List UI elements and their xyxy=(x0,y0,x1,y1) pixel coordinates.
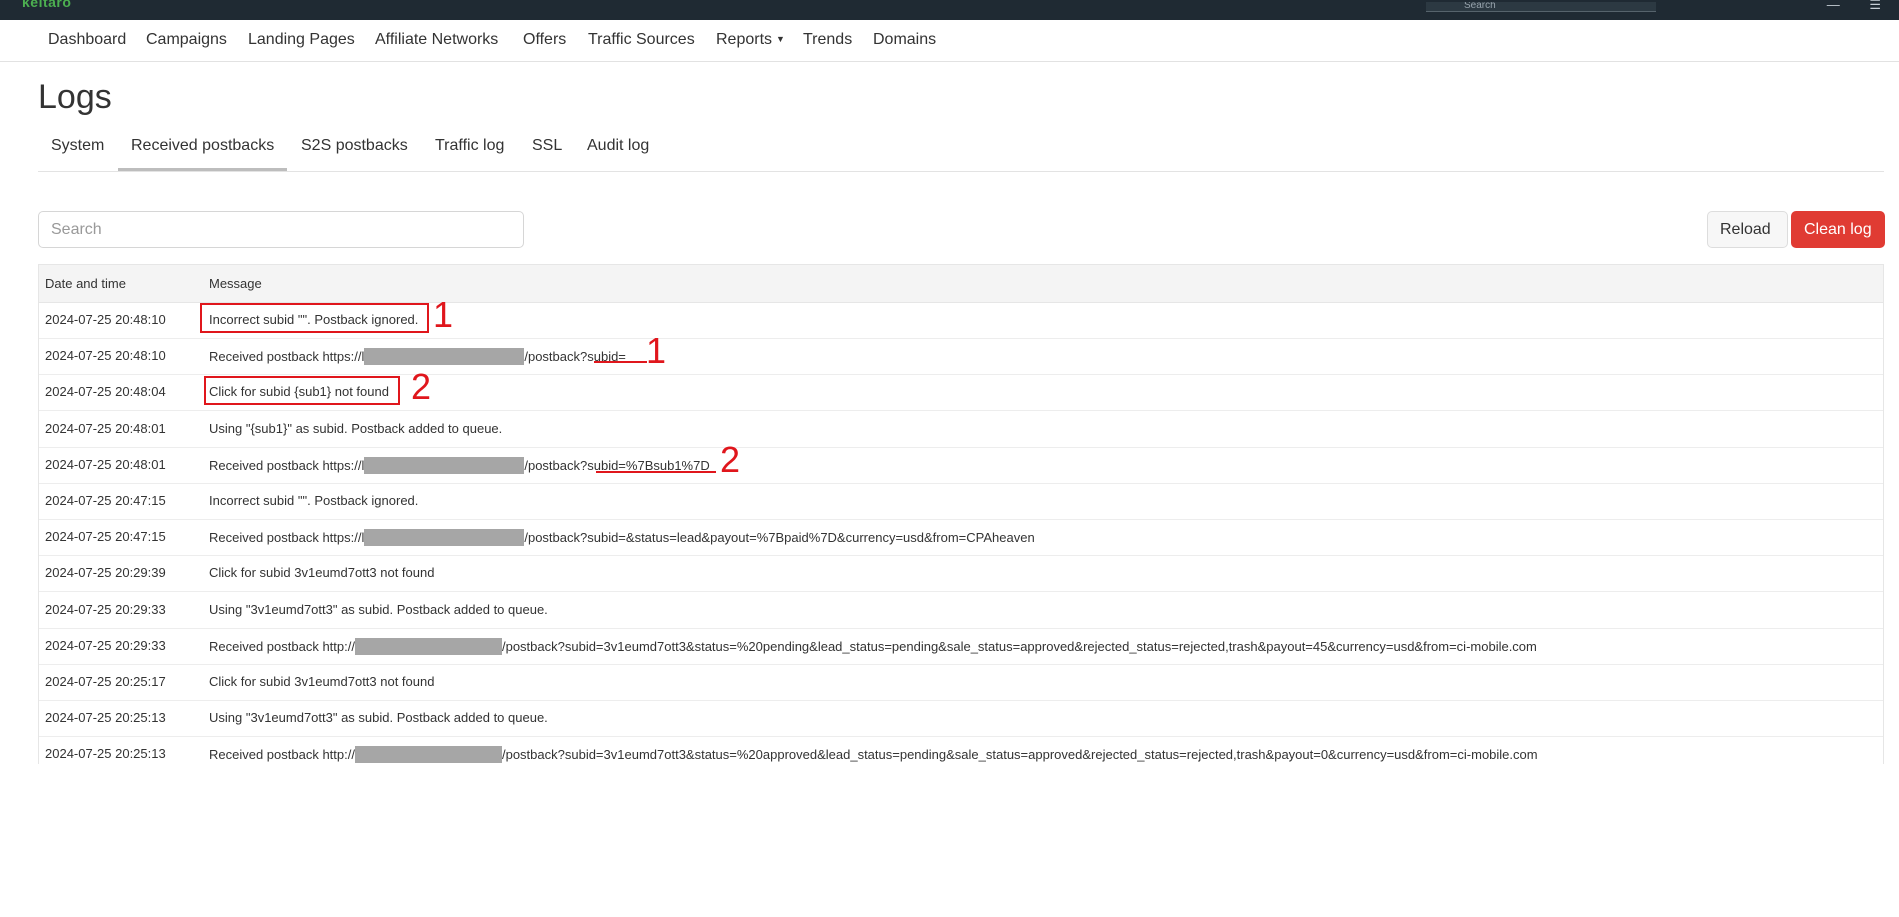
annotation-number-2b: 2 xyxy=(720,439,741,480)
row-datetime: 2024-07-25 20:29:39 xyxy=(45,565,166,581)
nav-affiliate-networks[interactable]: Affiliate Networks xyxy=(375,31,498,49)
column-header-message: Message xyxy=(209,276,262,291)
row-datetime: 2024-07-25 20:48:10 xyxy=(45,312,166,327)
table-row: 2024-07-25 20:29:33 Using "3v1eumd7ott3" … xyxy=(39,592,1883,629)
top-search-input[interactable]: Search xyxy=(1426,2,1656,12)
user-icon[interactable]: — xyxy=(1827,0,1840,12)
row-datetime: 2024-07-25 20:25:17 xyxy=(45,674,166,689)
row-message: Click for subid 3v1eumd7ott3 not found xyxy=(209,674,435,689)
table-row: 2024-07-25 20:48:01 Using "{sub1}" as sub… xyxy=(39,411,1883,448)
table-row: 2024-07-25 20:48:01 Received postback htt… xyxy=(39,447,1883,484)
row-message: Using "3v1eumd7ott3" as subid. Postback … xyxy=(209,710,548,726)
tab-system[interactable]: System xyxy=(51,137,104,155)
annotation-number-1b: 1 xyxy=(646,330,667,371)
row-datetime: 2024-07-25 20:47:15 xyxy=(45,529,166,545)
row-datetime: 2024-07-25 20:25:13 xyxy=(45,746,166,762)
table-row: 2024-07-25 20:47:15 Received postback htt… xyxy=(39,519,1883,557)
row-message: Incorrect subid "". Postback ignored. xyxy=(209,493,419,508)
row-datetime: 2024-07-25 20:48:01 xyxy=(45,420,166,436)
row-message: Click for subid 3v1eumd7ott3 not found xyxy=(209,565,435,581)
nav-dashboard[interactable]: Dashboard xyxy=(48,31,126,49)
table-row: 2024-07-25 20:48:10 Received postback htt… xyxy=(39,338,1883,376)
row-datetime: 2024-07-25 20:47:15 xyxy=(45,493,166,508)
nav-campaigns[interactable]: Campaigns xyxy=(146,31,227,49)
column-header-date: Date and time xyxy=(45,276,126,291)
annotation-box-1 xyxy=(200,303,429,333)
annotation-underline-1 xyxy=(594,361,647,363)
main-nav: Dashboard Campaigns Landing Pages Affili… xyxy=(0,20,1899,62)
log-tabs: System Received postbacks S2S postbacks … xyxy=(38,127,1884,172)
row-message: Using "{sub1}" as subid. Postback added … xyxy=(209,420,503,436)
row-message: Received postback https://l/postback?sub… xyxy=(209,529,1035,547)
table-row: 2024-07-25 20:25:17 Click for subid 3v1eu… xyxy=(39,664,1883,701)
annotation-number-2: 2 xyxy=(411,366,432,407)
tab-ssl[interactable]: SSL xyxy=(532,137,562,155)
app-logo[interactable]: keitaro xyxy=(22,0,71,10)
table-row: 2024-07-25 20:29:33 Received postback htt… xyxy=(39,628,1883,665)
redacted-domain xyxy=(364,456,525,474)
log-table: Date and time Message 2024-07-25 20:48:1… xyxy=(38,264,1884,764)
redacted-domain xyxy=(354,637,502,655)
top-bar: keitaro Search — ☰ xyxy=(0,0,1899,20)
nav-landing-pages[interactable]: Landing Pages xyxy=(248,31,355,49)
menu-icon[interactable]: ☰ xyxy=(1869,0,1881,12)
nav-reports[interactable]: Reports ▼ xyxy=(716,31,785,49)
tab-received-postbacks[interactable]: Received postbacks xyxy=(117,137,288,171)
table-row: 2024-07-25 20:47:15 Incorrect subid "". P… xyxy=(39,483,1883,520)
table-row: 2024-07-25 20:25:13 Using "3v1eumd7ott3" … xyxy=(39,700,1883,738)
row-message: Received postback http:///postback?subid… xyxy=(209,746,1538,764)
row-datetime: 2024-07-25 20:29:33 xyxy=(45,637,166,653)
annotation-box-2 xyxy=(204,376,400,405)
row-message: Received postback https://l/postback?sub… xyxy=(209,348,626,366)
table-row: 2024-07-25 20:25:13 Received postback htt… xyxy=(39,736,1883,764)
redacted-domain xyxy=(354,746,502,764)
row-datetime: 2024-07-25 20:48:04 xyxy=(45,384,166,400)
row-message: Received postback http:///postback?subid… xyxy=(209,637,1537,655)
page-title: Logs xyxy=(38,78,112,116)
tab-s2s-postbacks[interactable]: S2S postbacks xyxy=(301,137,408,155)
tab-traffic-log[interactable]: Traffic log xyxy=(435,137,504,155)
nav-traffic-sources[interactable]: Traffic Sources xyxy=(588,31,695,49)
reload-button[interactable]: Reload xyxy=(1707,211,1788,248)
nav-offers[interactable]: Offers xyxy=(523,31,566,49)
nav-trends[interactable]: Trends xyxy=(803,31,852,49)
redacted-domain xyxy=(364,529,525,547)
nav-domains[interactable]: Domains xyxy=(873,31,936,49)
row-datetime: 2024-07-25 20:48:10 xyxy=(45,348,166,364)
caret-down-icon: ▼ xyxy=(776,34,785,44)
clean-log-button[interactable]: Clean log xyxy=(1791,211,1885,248)
tab-audit-log[interactable]: Audit log xyxy=(587,137,649,155)
annotation-underline-2 xyxy=(596,471,716,473)
row-datetime: 2024-07-25 20:25:13 xyxy=(45,710,166,726)
annotation-number-1: 1 xyxy=(433,294,454,335)
redacted-domain xyxy=(364,348,525,366)
row-datetime: 2024-07-25 20:29:33 xyxy=(45,601,166,617)
row-message: Using "3v1eumd7ott3" as subid. Postback … xyxy=(209,601,548,617)
search-input[interactable] xyxy=(38,211,524,248)
row-datetime: 2024-07-25 20:48:01 xyxy=(45,456,166,472)
table-row: 2024-07-25 20:29:39 Click for subid 3v1eu… xyxy=(39,555,1883,593)
table-header: Date and time Message xyxy=(39,265,1883,303)
